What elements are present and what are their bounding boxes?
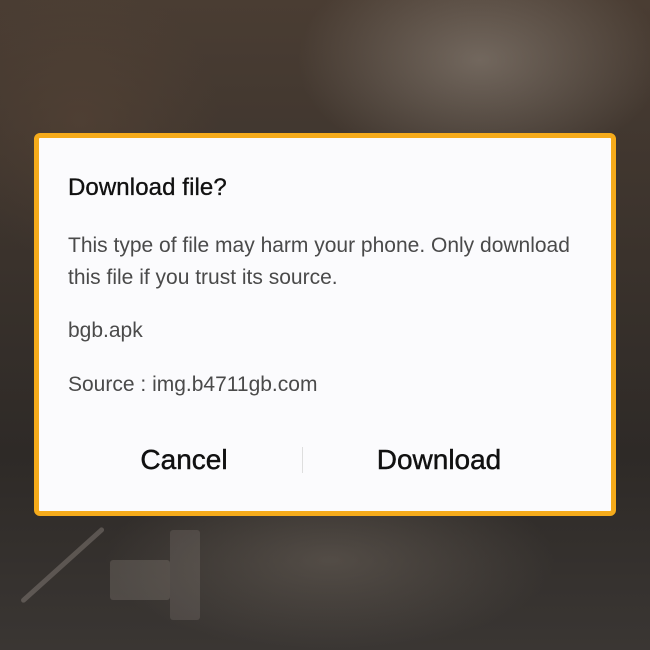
cancel-button[interactable]: Cancel: [119, 440, 249, 480]
source-label: Source: [68, 373, 135, 396]
source-separator: :: [134, 373, 153, 396]
background-shape: [170, 530, 200, 620]
button-divider: [302, 447, 303, 473]
dialog-warning-message: This type of file may harm your phone. O…: [68, 234, 570, 289]
source-value: img.b4711gb.com: [152, 373, 318, 396]
background-shape: [110, 560, 170, 600]
download-button[interactable]: Download: [359, 440, 519, 480]
background-streak: [20, 526, 106, 604]
file-name: bgb.apk: [68, 319, 143, 342]
dialog-title: Download file?: [68, 174, 227, 201]
source-row: Source : img.b4711gb.com: [68, 373, 317, 397]
dialog-body: Download file? This type of file may har…: [39, 138, 611, 511]
download-dialog: Download file? This type of file may har…: [34, 133, 616, 516]
